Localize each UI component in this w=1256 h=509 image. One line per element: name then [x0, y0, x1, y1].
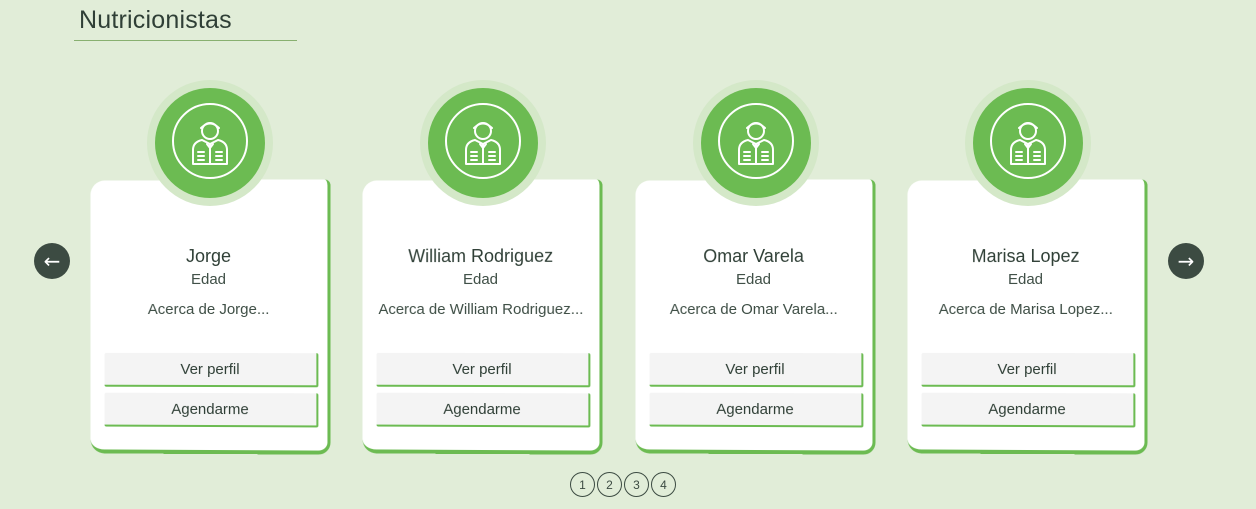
view-profile-button[interactable]: Ver perfil — [376, 352, 591, 388]
schedule-button[interactable]: Agendarme — [921, 392, 1136, 428]
view-profile-button[interactable]: Ver perfil — [104, 352, 319, 388]
avatar — [973, 88, 1083, 198]
schedule-button[interactable]: Agendarme — [376, 392, 591, 428]
nutritionist-age: Edad — [462, 270, 499, 289]
page-button-3[interactable]: 3 — [624, 472, 649, 497]
view-profile-button[interactable]: Ver perfil — [921, 352, 1136, 388]
nutritionist-name: Marisa Lopez — [971, 245, 1080, 267]
schedule-button[interactable]: Agendarme — [104, 392, 319, 428]
title-underline — [74, 40, 297, 41]
nutritionist-card: William Rodriguez Edad Acerca de William… — [362, 179, 603, 455]
section-title: Nutricionistas — [79, 6, 232, 34]
nutritionist-name: William Rodriguez — [408, 245, 554, 267]
nutritionist-person-icon — [171, 102, 249, 185]
nutritionist-card: Jorge Edad Acerca de Jorge... Ver perfil… — [90, 179, 331, 455]
prev-arrow-button[interactable]: ← — [34, 243, 70, 279]
schedule-button[interactable]: Agendarme — [649, 392, 864, 428]
nutritionist-about: Acerca de Jorge... — [147, 300, 270, 319]
view-profile-button[interactable]: Ver perfil — [649, 352, 864, 388]
nutritionist-age: Edad — [1007, 270, 1044, 289]
avatar — [701, 88, 811, 198]
nutritionist-age: Edad — [735, 270, 772, 289]
nutritionist-about: Acerca de William Rodriguez... — [378, 300, 584, 319]
nutritionist-age: Edad — [190, 270, 227, 289]
nutritionist-about: Acerca de Marisa Lopez... — [938, 300, 1113, 319]
page-button-4[interactable]: 4 — [651, 472, 676, 497]
nutritionist-person-icon — [717, 102, 795, 185]
avatar — [428, 88, 538, 198]
next-arrow-button[interactable]: → — [1168, 243, 1204, 279]
avatar — [155, 88, 265, 198]
nutritionist-person-icon — [444, 102, 522, 185]
nutritionist-card: Marisa Lopez Edad Acerca de Marisa Lopez… — [907, 179, 1148, 455]
page-button-2[interactable]: 2 — [597, 472, 622, 497]
pagination: 1 2 3 4 — [570, 472, 678, 497]
nutritionist-card: Omar Varela Edad Acerca de Omar Varela..… — [635, 179, 876, 455]
nutritionist-name: Omar Varela — [703, 245, 804, 267]
nutritionist-about: Acerca de Omar Varela... — [669, 300, 838, 319]
nutritionist-person-icon — [989, 102, 1067, 185]
nutritionist-name: Jorge — [186, 245, 232, 267]
page-button-1[interactable]: 1 — [570, 472, 595, 497]
